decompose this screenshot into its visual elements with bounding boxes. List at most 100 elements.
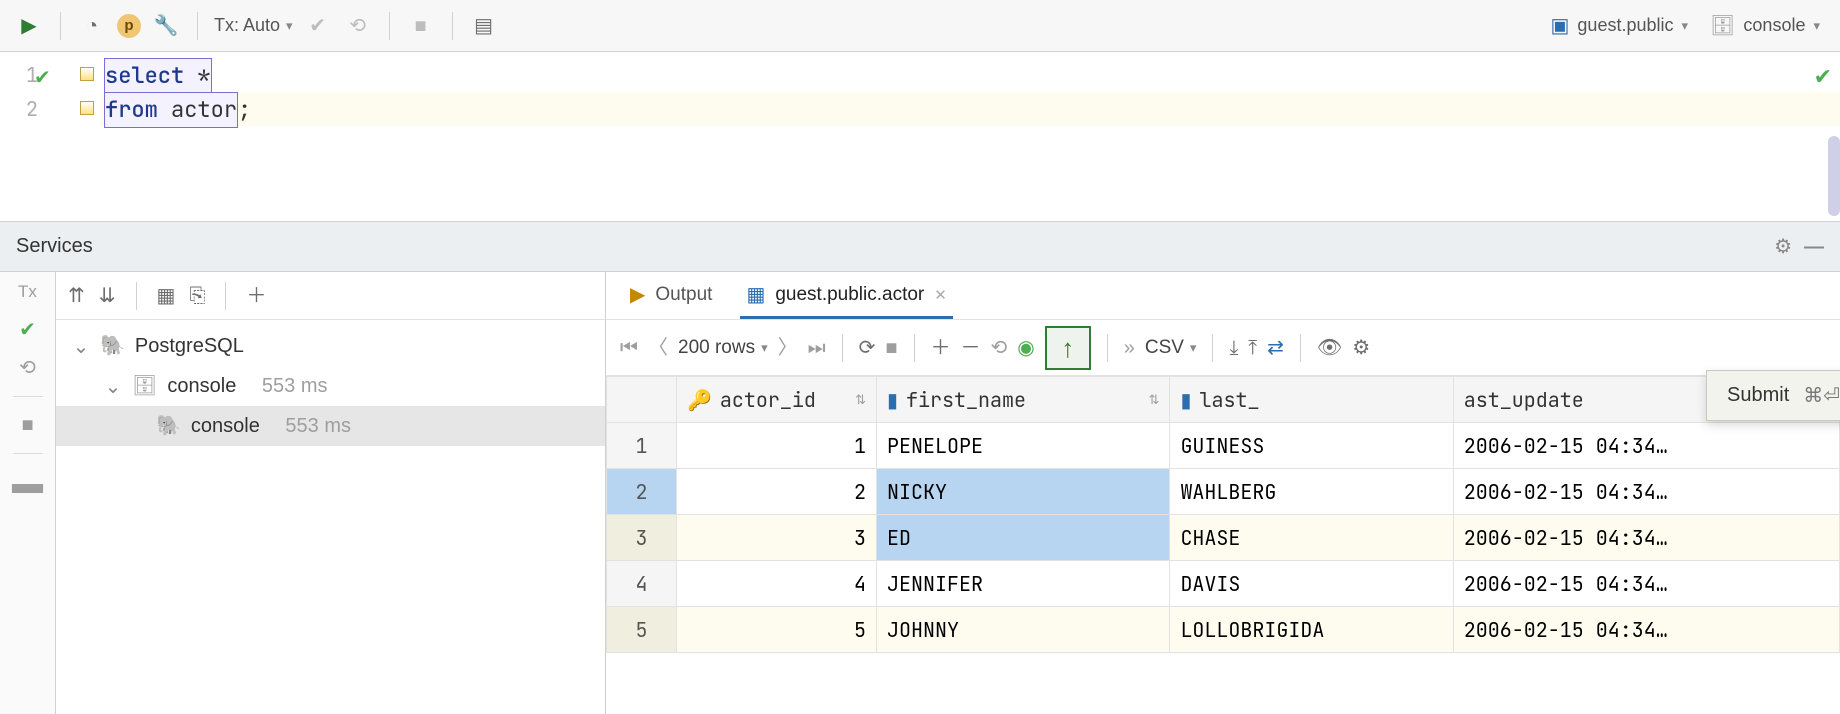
table-icon: ▦: [746, 285, 765, 305]
fold-marker-icon[interactable]: [80, 101, 94, 115]
first-page-icon[interactable]: ⏮: [620, 338, 638, 358]
column-label: actor_id: [720, 387, 816, 413]
cell-first-name[interactable]: NICKY: [877, 469, 1170, 515]
tree-node-console[interactable]: ⌄ 🗄 console 553 ms: [56, 366, 605, 406]
gear-icon[interactable]: ⚙: [1352, 338, 1370, 358]
services-side-toolbar: Tx ✔ ⟲ ■ ▃▃: [0, 272, 56, 714]
run-button[interactable]: ▶: [14, 11, 44, 41]
cell-last-name[interactable]: DAVIS: [1170, 561, 1453, 607]
gear-icon[interactable]: ⚙: [1774, 237, 1792, 257]
revert-icon[interactable]: ⟲: [991, 338, 1008, 358]
close-icon[interactable]: ✕: [934, 286, 947, 304]
import-up-icon[interactable]: ⤒: [1248, 338, 1257, 358]
schema-selector[interactable]: ▣ guest.public ▾: [1545, 15, 1695, 36]
add-icon[interactable]: ＋: [246, 286, 266, 306]
rollback-button[interactable]: ⟲: [343, 11, 373, 41]
check-icon[interactable]: ✔: [19, 320, 36, 340]
stop-button[interactable]: ■: [406, 11, 436, 41]
column-header-last-name[interactable]: ▮last_: [1170, 377, 1453, 423]
cell-actor-id[interactable]: 1: [677, 423, 877, 469]
column-header-actor-id[interactable]: 🔑actor_id ⇅: [677, 377, 877, 423]
layout-icon[interactable]: ▃▃: [12, 472, 43, 492]
line-number: 2: [26, 96, 38, 122]
stop-icon[interactable]: ■: [885, 338, 897, 358]
remove-row-icon[interactable]: －: [961, 338, 981, 358]
rows-count-dropdown[interactable]: 200 rows ▾: [678, 337, 768, 359]
add-row-icon[interactable]: ＋: [931, 338, 951, 358]
cell-last-name[interactable]: CHASE: [1170, 515, 1453, 561]
compare-icon[interactable]: ⇄: [1267, 338, 1284, 358]
cell-actor-id[interactable]: 4: [677, 561, 877, 607]
cell-last-update[interactable]: 2006-02-15 04:34…: [1453, 469, 1839, 515]
rollback-icon[interactable]: ⟲: [19, 358, 36, 378]
minimize-icon[interactable]: —: [1804, 237, 1824, 257]
cell-last-name[interactable]: GUINESS: [1170, 423, 1453, 469]
cell-first-name[interactable]: ED: [877, 515, 1170, 561]
expand-all-icon[interactable]: ⇈: [68, 286, 85, 306]
scrollbar-thumb[interactable]: [1828, 136, 1840, 216]
tree-node-console-child[interactable]: 🐘 console 553 ms: [56, 406, 605, 446]
cell-first-name[interactable]: JENNIFER: [877, 561, 1170, 607]
services-panel: Tx ✔ ⟲ ■ ▃▃ ⇈ ⇊ ▦ ⎘ ＋ ⌄ 🐘 PostgreSQL ⌄ 🗄: [0, 272, 1840, 714]
cell-actor-id[interactable]: 3: [677, 515, 877, 561]
explain-plan-button[interactable]: ▤: [469, 11, 499, 41]
table-row[interactable]: 2 2 NICKY WAHLBERG 2006-02-15 04:34…: [607, 469, 1840, 515]
cell-actor-id[interactable]: 2: [677, 469, 877, 515]
column-header-first-name[interactable]: ▮first_name ⇅: [877, 377, 1170, 423]
tx-mode-dropdown[interactable]: Tx: Auto ▾: [214, 15, 293, 36]
prev-page-icon[interactable]: 〈: [648, 338, 668, 358]
cell-last-name[interactable]: LOLLOBRIGIDA: [1170, 607, 1453, 653]
result-grid[interactable]: 🔑actor_id ⇅ ▮first_name ⇅: [606, 376, 1840, 714]
sql-editor[interactable]: ✔ 1 2 select * from actor; ✔: [0, 52, 1840, 222]
inspection-ok-icon[interactable]: ✔: [1814, 60, 1832, 94]
commit-button[interactable]: ✔: [303, 11, 333, 41]
separator: [225, 282, 226, 310]
tree-label: PostgreSQL: [135, 335, 244, 358]
cell-last-update[interactable]: 2006-02-15 04:34…: [1453, 561, 1839, 607]
new-tab-icon[interactable]: ⎘: [189, 286, 205, 306]
tx-badge[interactable]: Tx: [18, 282, 37, 302]
services-tree[interactable]: ⌄ 🐘 PostgreSQL ⌄ 🗄 console 553 ms 🐘 cons…: [56, 320, 605, 714]
cell-first-name[interactable]: JOHNNY: [877, 607, 1170, 653]
tab-output[interactable]: ▶ Output: [624, 274, 718, 319]
table-row[interactable]: 4 4 JENNIFER DAVIS 2006-02-15 04:34…: [607, 561, 1840, 607]
sort-icon[interactable]: ⇅: [855, 391, 866, 408]
collapse-all-icon[interactable]: ⇊: [99, 286, 116, 306]
wrench-button[interactable]: 🔧: [151, 11, 181, 41]
tab-actor-table[interactable]: ▦ guest.public.actor ✕: [740, 274, 952, 319]
profile-badge[interactable]: p: [117, 14, 141, 38]
last-page-icon[interactable]: ⏭: [808, 338, 826, 358]
export-down-icon[interactable]: ⤓: [1229, 338, 1238, 358]
separator: [197, 12, 198, 40]
preview-changes-icon[interactable]: ◉: [1017, 338, 1034, 358]
cell-last-update[interactable]: 2006-02-15 04:34…: [1453, 607, 1839, 653]
fold-marker-icon[interactable]: [80, 67, 94, 81]
cell-actor-id[interactable]: 5: [677, 607, 877, 653]
separator: [136, 282, 137, 310]
services-tree-panel: ⇈ ⇊ ▦ ⎘ ＋ ⌄ 🐘 PostgreSQL ⌄ 🗄 console 553…: [56, 272, 606, 714]
eye-icon[interactable]: 👁: [1317, 338, 1342, 358]
table-row[interactable]: 1 1 PENELOPE GUINESS 2006-02-15 04:34…: [607, 423, 1840, 469]
services-title: Services: [16, 235, 93, 258]
sort-icon[interactable]: ⇅: [1149, 391, 1160, 408]
stop-icon[interactable]: ■: [21, 415, 33, 435]
tree-node-postgresql[interactable]: ⌄ 🐘 PostgreSQL: [56, 326, 605, 366]
export-format-dropdown[interactable]: CSV ▾: [1145, 337, 1197, 359]
next-page-icon[interactable]: 〉: [778, 338, 798, 358]
tree-time: 553 ms: [285, 415, 351, 438]
history-button[interactable]: ◔: [77, 11, 107, 41]
cell-last-update[interactable]: 2006-02-15 04:34…: [1453, 423, 1839, 469]
code-area[interactable]: select * from actor; ✔: [100, 52, 1840, 221]
table-row[interactable]: 3 3 ED CHASE 2006-02-15 04:34…: [607, 515, 1840, 561]
submit-button[interactable]: ↑: [1045, 326, 1091, 370]
console-selector[interactable]: 🗄 console ▾: [1704, 15, 1826, 36]
grid-icon[interactable]: ▦: [157, 286, 176, 306]
cell-first-name[interactable]: PENELOPE: [877, 423, 1170, 469]
reload-icon[interactable]: ⟳: [859, 338, 876, 358]
column-icon: ▮: [887, 390, 898, 410]
datasource-icon: 🗄: [1710, 16, 1735, 36]
cell-last-name[interactable]: WAHLBERG: [1170, 469, 1453, 515]
more-icon[interactable]: »: [1124, 338, 1135, 358]
table-row[interactable]: 5 5 JOHNNY LOLLOBRIGIDA 2006-02-15 04:34…: [607, 607, 1840, 653]
cell-last-update[interactable]: 2006-02-15 04:34…: [1453, 515, 1839, 561]
